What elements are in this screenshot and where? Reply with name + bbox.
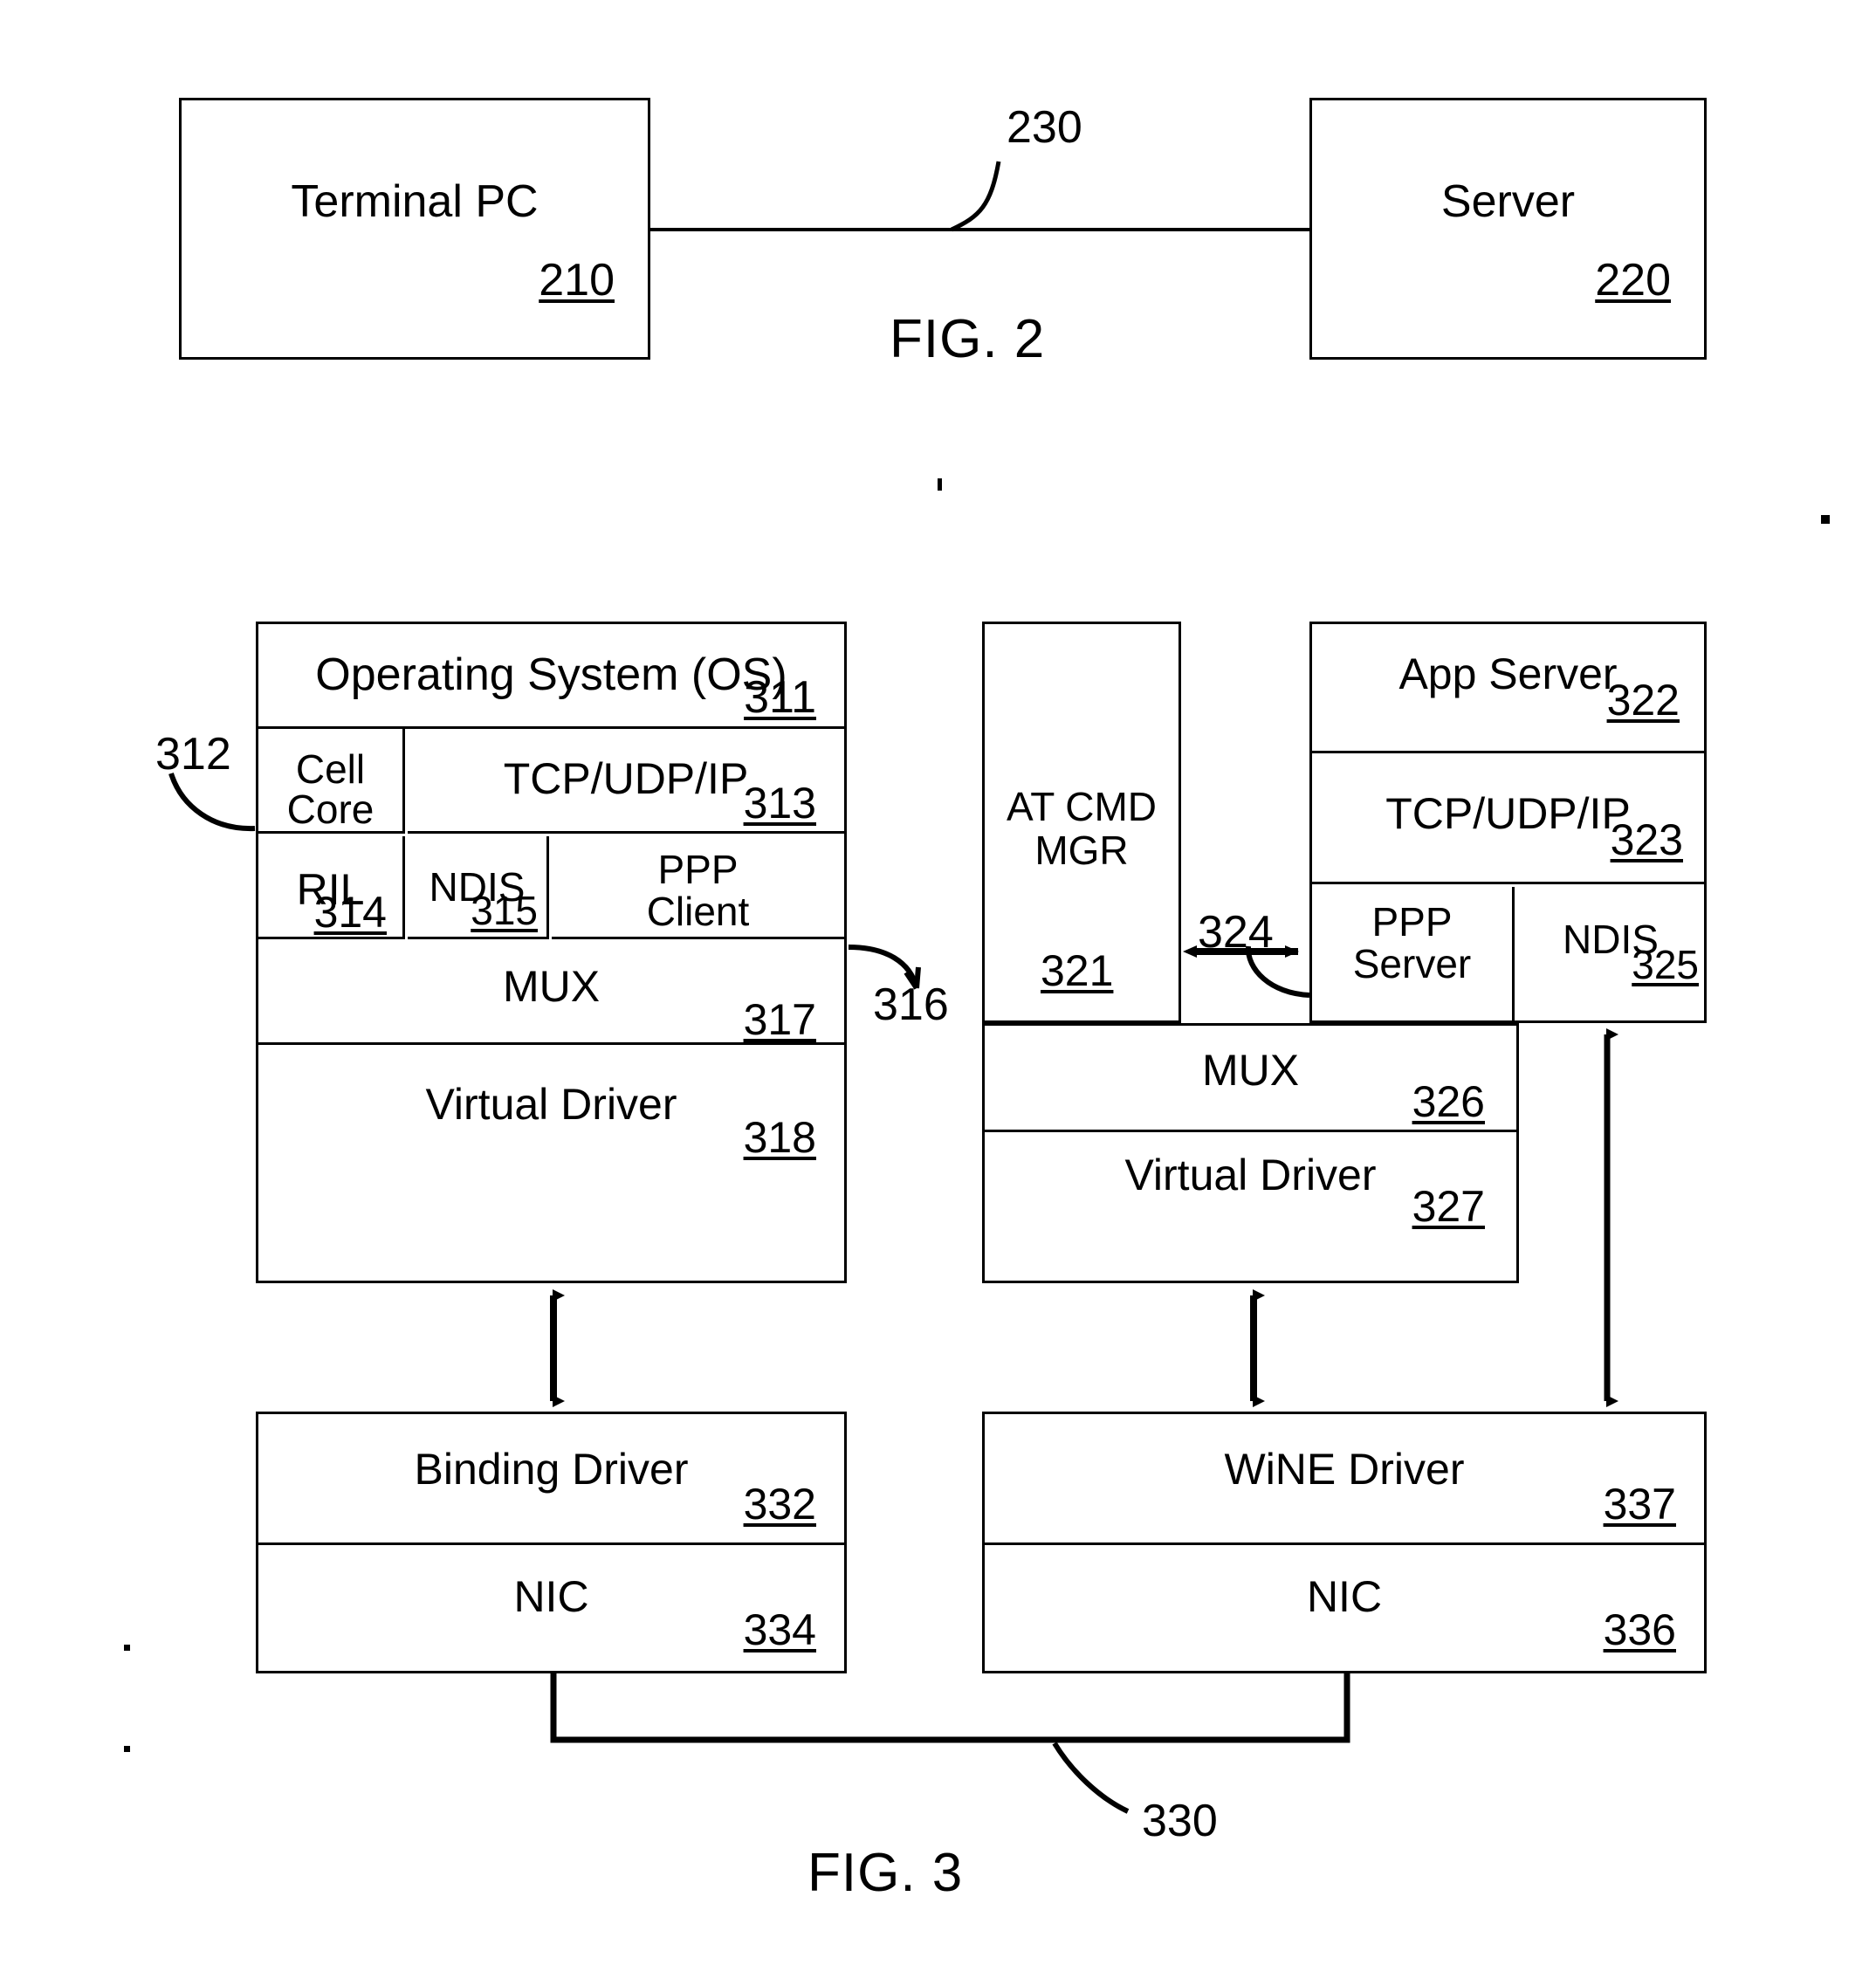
server-tcp-udp-ip-number: 323: [1610, 815, 1683, 864]
ref-312-number: 312: [155, 729, 231, 780]
wine-driver-label: WiNE Driver: [1224, 1445, 1465, 1494]
server-tcp-udp-ip-cell: TCP/UDP/IP 323: [1312, 753, 1704, 884]
ppp-client-label-line1: PPP: [657, 847, 739, 892]
ndis-number: 315: [471, 888, 538, 933]
binding-driver-nic-panel: Binding Driver 332 NIC 334: [256, 1412, 847, 1673]
bus-330-connector: [550, 1673, 1350, 1743]
tcp-udp-ip-number: 313: [743, 779, 816, 828]
terminal-protocol-stack: Operating System (OS) 311 Cell Core TCP/…: [256, 622, 847, 1283]
server-ndis-cell: NDIS 325: [1517, 887, 1704, 1023]
server-virtual-driver-cell: Virtual Driver 327: [985, 1132, 1516, 1281]
ref-316-number: 316: [873, 979, 949, 1030]
leader-330: [1052, 1742, 1130, 1814]
terminal-pc-number: 210: [539, 255, 615, 306]
virtual-driver-cell: Virtual Driver 318: [258, 1048, 844, 1281]
mux-number: 317: [743, 995, 816, 1044]
nic-left-cell: NIC 334: [258, 1545, 844, 1671]
server-virtual-driver-number: 327: [1412, 1182, 1485, 1231]
ref-324-number: 324: [1198, 907, 1274, 958]
at-cmd-mgr-label-line1: AT CMD: [1006, 784, 1158, 829]
ppp-client-cell: PPP Client: [552, 836, 844, 939]
app-server-cell: App Server 322: [1312, 624, 1704, 753]
app-server-number: 322: [1606, 676, 1680, 725]
scan-speck: [124, 1746, 130, 1752]
os-number: 311: [744, 672, 816, 723]
ppp-client-label-line2: Client: [646, 889, 750, 934]
ril-cell: RIL 314: [258, 836, 405, 939]
patent-figure-sheet: Terminal PC 210 Server 220 230 FIG. 2 Op…: [0, 0, 1876, 1965]
cell-core-cell: Cell Core: [258, 729, 405, 834]
server-ndis-number: 325: [1632, 942, 1699, 987]
nic-right-cell: NIC 336: [985, 1545, 1704, 1671]
wine-driver-number: 337: [1603, 1480, 1676, 1529]
nic-right-label: NIC: [1306, 1572, 1383, 1621]
link-230-number: 230: [1007, 102, 1082, 153]
wine-driver-cell: WiNE Driver 337: [985, 1414, 1704, 1545]
virtual-driver-number: 318: [743, 1113, 816, 1162]
wine-driver-nic-panel: WiNE Driver 337 NIC 336: [982, 1412, 1707, 1673]
cell-core-label-line2: Core: [286, 787, 375, 832]
ref-330-number: 330: [1142, 1796, 1218, 1846]
server-label: Server: [1440, 176, 1576, 227]
server-mux-virtualdriver-panel: MUX 326 Virtual Driver 327: [982, 1023, 1519, 1283]
leader-312: [168, 773, 256, 832]
figure-3-caption: FIG. 3: [807, 1843, 964, 1903]
server-mux-cell: MUX 326: [985, 1026, 1516, 1132]
figure-2-caption: FIG. 2: [890, 309, 1046, 369]
at-cmd-mgr-label-line2: MGR: [1034, 828, 1129, 873]
ppp-server-label-line2: Server: [1352, 941, 1472, 986]
leader-230: [950, 161, 1001, 232]
scan-speck: [124, 1645, 130, 1651]
nic-right-number: 336: [1603, 1605, 1676, 1654]
terminal-pc-label: Terminal PC: [291, 176, 539, 227]
scan-speck: [1821, 515, 1830, 524]
os-cell: Operating System (OS) 311: [258, 624, 844, 729]
ppp-server-cell: PPP Server: [1312, 887, 1515, 1023]
server-box: Server 220: [1309, 98, 1707, 360]
nic-left-number: 334: [743, 1605, 816, 1654]
binding-driver-number: 332: [743, 1480, 816, 1529]
server-mux-number: 326: [1412, 1077, 1485, 1126]
binding-driver-cell: Binding Driver 332: [258, 1414, 844, 1545]
server-number: 220: [1595, 255, 1671, 306]
terminal-pc-box: Terminal PC 210: [179, 98, 650, 360]
scan-speck: [938, 478, 942, 491]
at-cmd-mgr-number: 321: [1041, 946, 1114, 995]
ril-number: 314: [313, 888, 387, 937]
figure2-link-line: [650, 228, 1309, 231]
tcp-udp-ip-cell: TCP/UDP/IP 313: [408, 729, 844, 834]
mux-cell: MUX 317: [258, 942, 844, 1045]
ndis-cell: NDIS 315: [408, 836, 549, 939]
ppp-server-label-line1: PPP: [1371, 899, 1453, 945]
at-cmd-mgr-box: AT CMD MGR 321: [982, 622, 1181, 1023]
server-protocol-stack: App Server 322 TCP/UDP/IP 323 PPP Server…: [1309, 622, 1707, 1023]
cell-core-label-line1: Cell: [295, 746, 366, 792]
